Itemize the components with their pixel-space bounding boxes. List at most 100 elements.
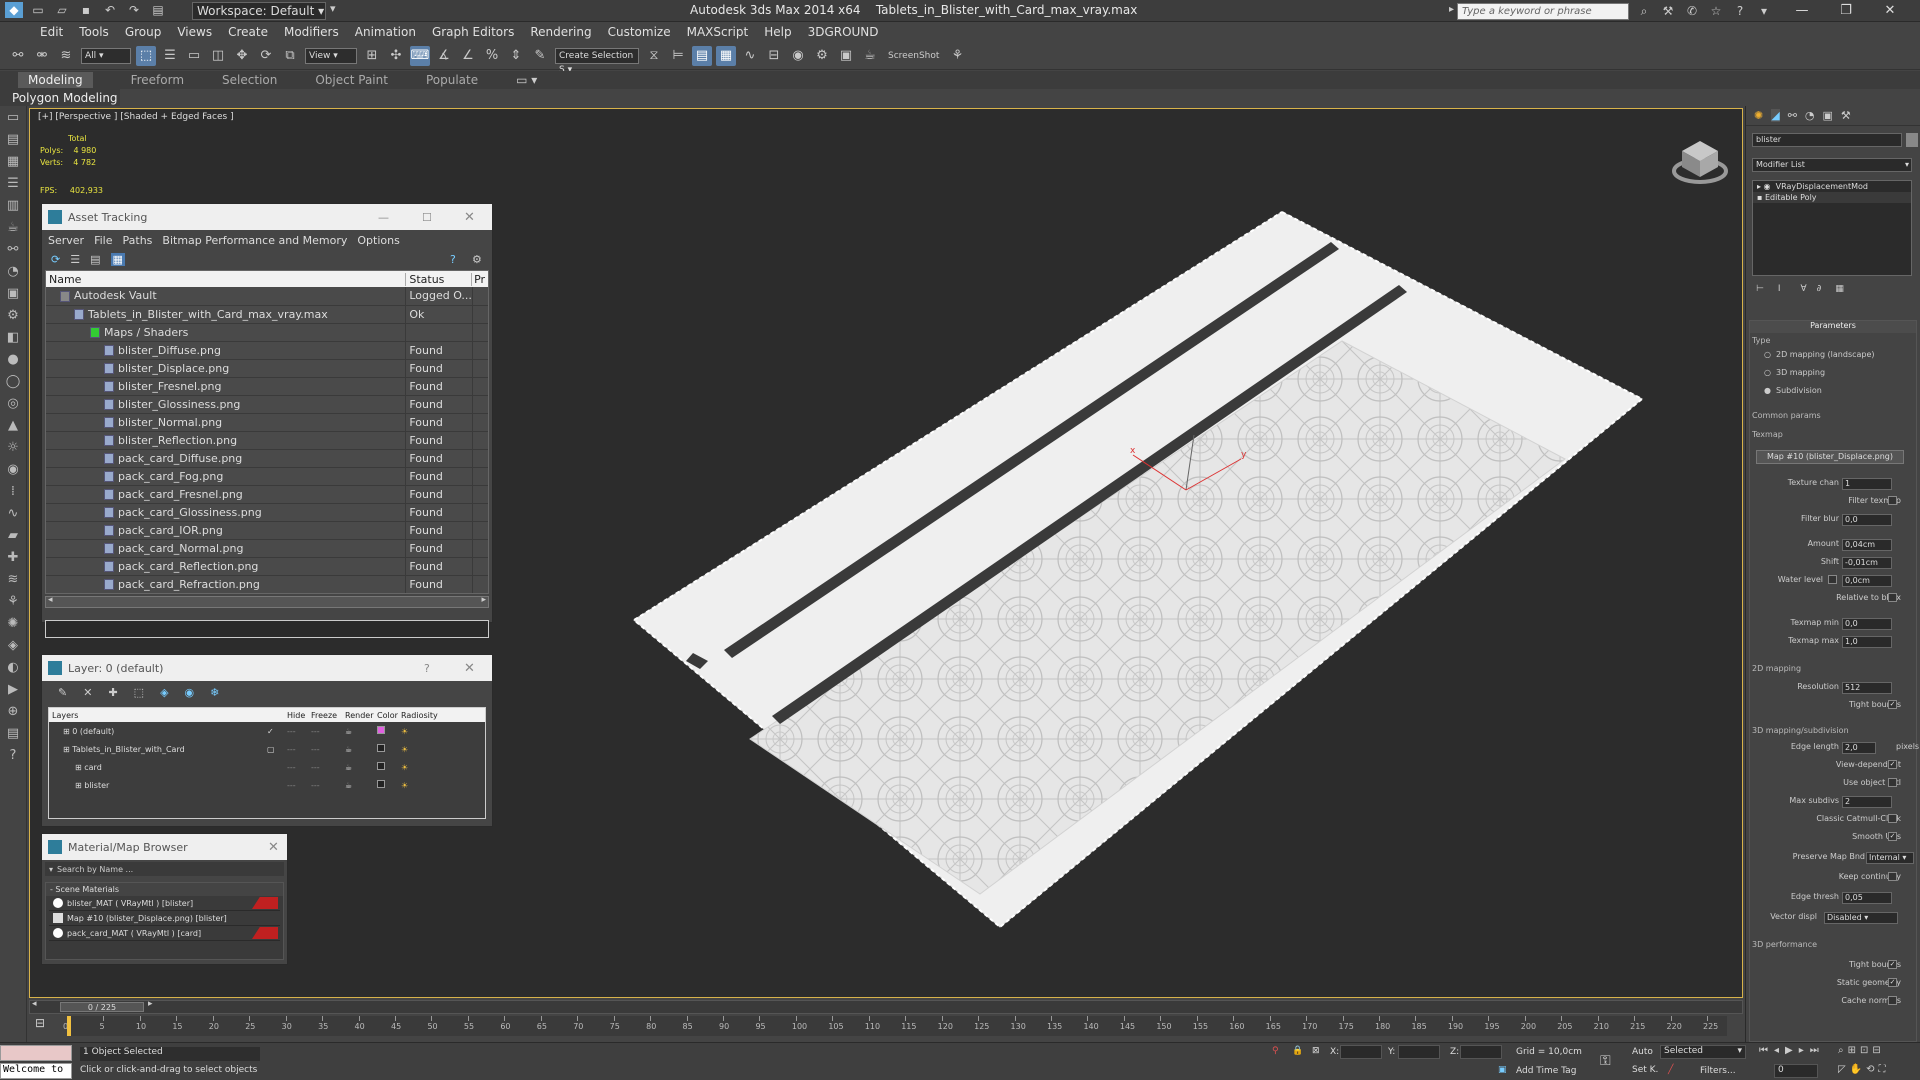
- orbit-icon[interactable]: ⟲: [1866, 1064, 1874, 1075]
- hide-toggle[interactable]: ---: [287, 781, 311, 790]
- align-icon[interactable]: ⊨: [668, 46, 688, 66]
- set-key-icon[interactable]: ╱: [1668, 1065, 1673, 1075]
- material-icon[interactable]: ◐: [2, 658, 24, 678]
- time-next-icon[interactable]: ▸: [148, 999, 153, 1009]
- minimize-icon[interactable]: —: [378, 211, 389, 224]
- asset-row[interactable]: pack_card_Glossiness.png Found: [46, 503, 488, 522]
- menu-help[interactable]: Help: [764, 25, 791, 39]
- horizontal-scrollbar[interactable]: ◂ ▸: [45, 595, 489, 608]
- material-item[interactable]: blister_MAT ( VRayMtl ) [blister]: [49, 896, 280, 911]
- maxscript-listener-top[interactable]: [0, 1045, 72, 1061]
- menu-customize[interactable]: Customize: [608, 25, 671, 39]
- catmull-checkbox[interactable]: [1888, 814, 1897, 823]
- sphere-icon[interactable]: ●: [2, 350, 24, 370]
- radio-subdivision-icon[interactable]: ●: [1764, 386, 1771, 395]
- view-dependent-checkbox[interactable]: ✓: [1888, 760, 1897, 769]
- select-and-link-icon[interactable]: ⚯: [8, 46, 28, 66]
- layer-color-swatch[interactable]: [377, 744, 385, 752]
- z-coord-input[interactable]: [1460, 1045, 1502, 1059]
- systems-icon[interactable]: ⚘: [2, 592, 24, 612]
- open-file-icon[interactable]: ▱: [53, 2, 71, 18]
- layer-color-swatch[interactable]: [377, 762, 385, 770]
- texmap-max-input[interactable]: 1,0: [1842, 636, 1892, 648]
- fov-icon[interactable]: ◸: [1838, 1064, 1846, 1075]
- col-pr[interactable]: Pr: [472, 273, 488, 286]
- polygon-modeling-tab[interactable]: Polygon Modeling: [12, 91, 118, 105]
- freeze-toggle[interactable]: ---: [311, 745, 345, 754]
- x-coord-input[interactable]: [1340, 1045, 1382, 1059]
- render-teapot-icon[interactable]: ☕: [345, 727, 377, 736]
- relative-bbox-checkbox[interactable]: [1888, 593, 1897, 602]
- maxscript-listener-input[interactable]: Welcome to: [0, 1063, 72, 1079]
- material-item[interactable]: pack_card_MAT ( VRayMtl ) [card]: [49, 926, 280, 941]
- create-layer-icon[interactable]: ✎: [58, 686, 67, 699]
- object-color-swatch[interactable]: [1906, 133, 1918, 147]
- freeze-toggle[interactable]: ---: [311, 781, 345, 790]
- max-subdivs-input[interactable]: 2: [1842, 796, 1892, 808]
- geosphere-icon[interactable]: ◉: [2, 460, 24, 480]
- layer-expand-icon[interactable]: ⊞: [75, 763, 82, 772]
- close-icon[interactable]: ✕: [464, 661, 475, 676]
- configure-sets-icon[interactable]: ▦: [1835, 284, 1844, 294]
- edit-named-selection-icon[interactable]: ✎: [530, 46, 550, 66]
- named-selection-dropdown[interactable]: Create Selection S ▾: [555, 47, 639, 75]
- menu-group[interactable]: Group: [125, 25, 162, 39]
- menu-rendering[interactable]: Rendering: [530, 25, 591, 39]
- material-editor-icon[interactable]: ◉: [788, 46, 808, 66]
- teapot-icon[interactable]: ☕: [2, 218, 24, 238]
- new-file-icon[interactable]: ▭: [29, 2, 47, 18]
- zoom-all-icon[interactable]: ⊞: [1848, 1045, 1856, 1056]
- object-name-field[interactable]: blister: [1752, 133, 1902, 147]
- asset-row[interactable]: Tablets_in_Blister_with_Card_max_vray.ma…: [46, 305, 488, 324]
- help-icon[interactable]: ?: [450, 253, 456, 266]
- menu-animation[interactable]: Animation: [355, 25, 416, 39]
- key-filter-dropdown[interactable]: Selected ▾: [1660, 1045, 1746, 1059]
- time-tag-icon[interactable]: ▣: [1498, 1065, 1507, 1075]
- radiosity-icon[interactable]: ☀: [401, 745, 441, 754]
- workspace-dropdown[interactable]: Workspace: Default ▾: [192, 2, 326, 20]
- menu-server[interactable]: Server: [48, 234, 84, 247]
- asset-row[interactable]: blister_Fresnel.png Found: [46, 377, 488, 396]
- delete-layer-icon[interactable]: ✕: [83, 686, 92, 699]
- render-setup-icon[interactable]: ⚙: [812, 46, 832, 66]
- help-circle-icon[interactable]: ?: [2, 746, 24, 766]
- search-dropdown-icon[interactable]: ▾: [49, 865, 53, 874]
- keep-continuity-checkbox[interactable]: [1888, 872, 1897, 881]
- screenshot-icon[interactable]: ⚘: [947, 46, 967, 66]
- box-icon[interactable]: ◧: [2, 328, 24, 348]
- resolution-input[interactable]: 512: [1842, 682, 1892, 694]
- globe-icon[interactable]: ⊕: [2, 702, 24, 722]
- viewport-layout-icon[interactable]: ▭: [2, 108, 24, 128]
- selection-lock-icon[interactable]: 🔒: [1292, 1046, 1303, 1056]
- texmap-min-input[interactable]: 0,0: [1842, 618, 1892, 630]
- water-level-checkbox[interactable]: [1828, 575, 1837, 584]
- layer-manager-icon[interactable]: ▤: [692, 45, 712, 66]
- current-frame-input[interactable]: 0: [1774, 1064, 1818, 1078]
- radiosity-icon[interactable]: ☀: [401, 727, 441, 736]
- reference-coord-dropdown[interactable]: View ▾: [305, 47, 357, 64]
- stack-icon[interactable]: ▤: [2, 724, 24, 744]
- tight-bounds-checkbox[interactable]: ✓: [1888, 700, 1897, 709]
- render-teapot-icon[interactable]: ☕: [345, 745, 377, 754]
- display-tab-icon[interactable]: ▣: [1823, 109, 1833, 122]
- remove-modifier-icon[interactable]: ∂: [1817, 284, 1822, 294]
- rect-selection-icon[interactable]: ▭: [184, 46, 204, 66]
- mirror-icon[interactable]: ⧖: [644, 46, 664, 66]
- layer-expand-icon[interactable]: ⊞: [63, 745, 70, 754]
- render-teapot-icon[interactable]: ☕: [345, 763, 377, 772]
- dots-icon[interactable]: ⁞: [2, 482, 24, 502]
- particle-icon[interactable]: ✺: [2, 614, 24, 634]
- schematic-view-icon[interactable]: ⊟: [764, 46, 784, 66]
- app-menu-icon[interactable]: ◆: [5, 2, 23, 18]
- key-filters-button[interactable]: Filters...: [1700, 1066, 1736, 1076]
- subscription-icon[interactable]: ⚒: [1659, 3, 1677, 19]
- layer-expand-icon[interactable]: ⊞: [63, 727, 70, 736]
- menu-3dground[interactable]: 3DGROUND: [808, 25, 879, 39]
- snaps-toggle-icon[interactable]: ∡: [434, 46, 454, 66]
- hide-toggle[interactable]: ---: [287, 727, 311, 736]
- asset-row[interactable]: blister_Diffuse.png Found: [46, 341, 488, 360]
- go-to-end-icon[interactable]: ⏭: [1810, 1045, 1819, 1056]
- col-radiosity[interactable]: Radiosity: [401, 711, 441, 720]
- asset-row[interactable]: pack_card_IOR.png Found: [46, 521, 488, 540]
- use-object-mtl-checkbox[interactable]: [1888, 778, 1897, 787]
